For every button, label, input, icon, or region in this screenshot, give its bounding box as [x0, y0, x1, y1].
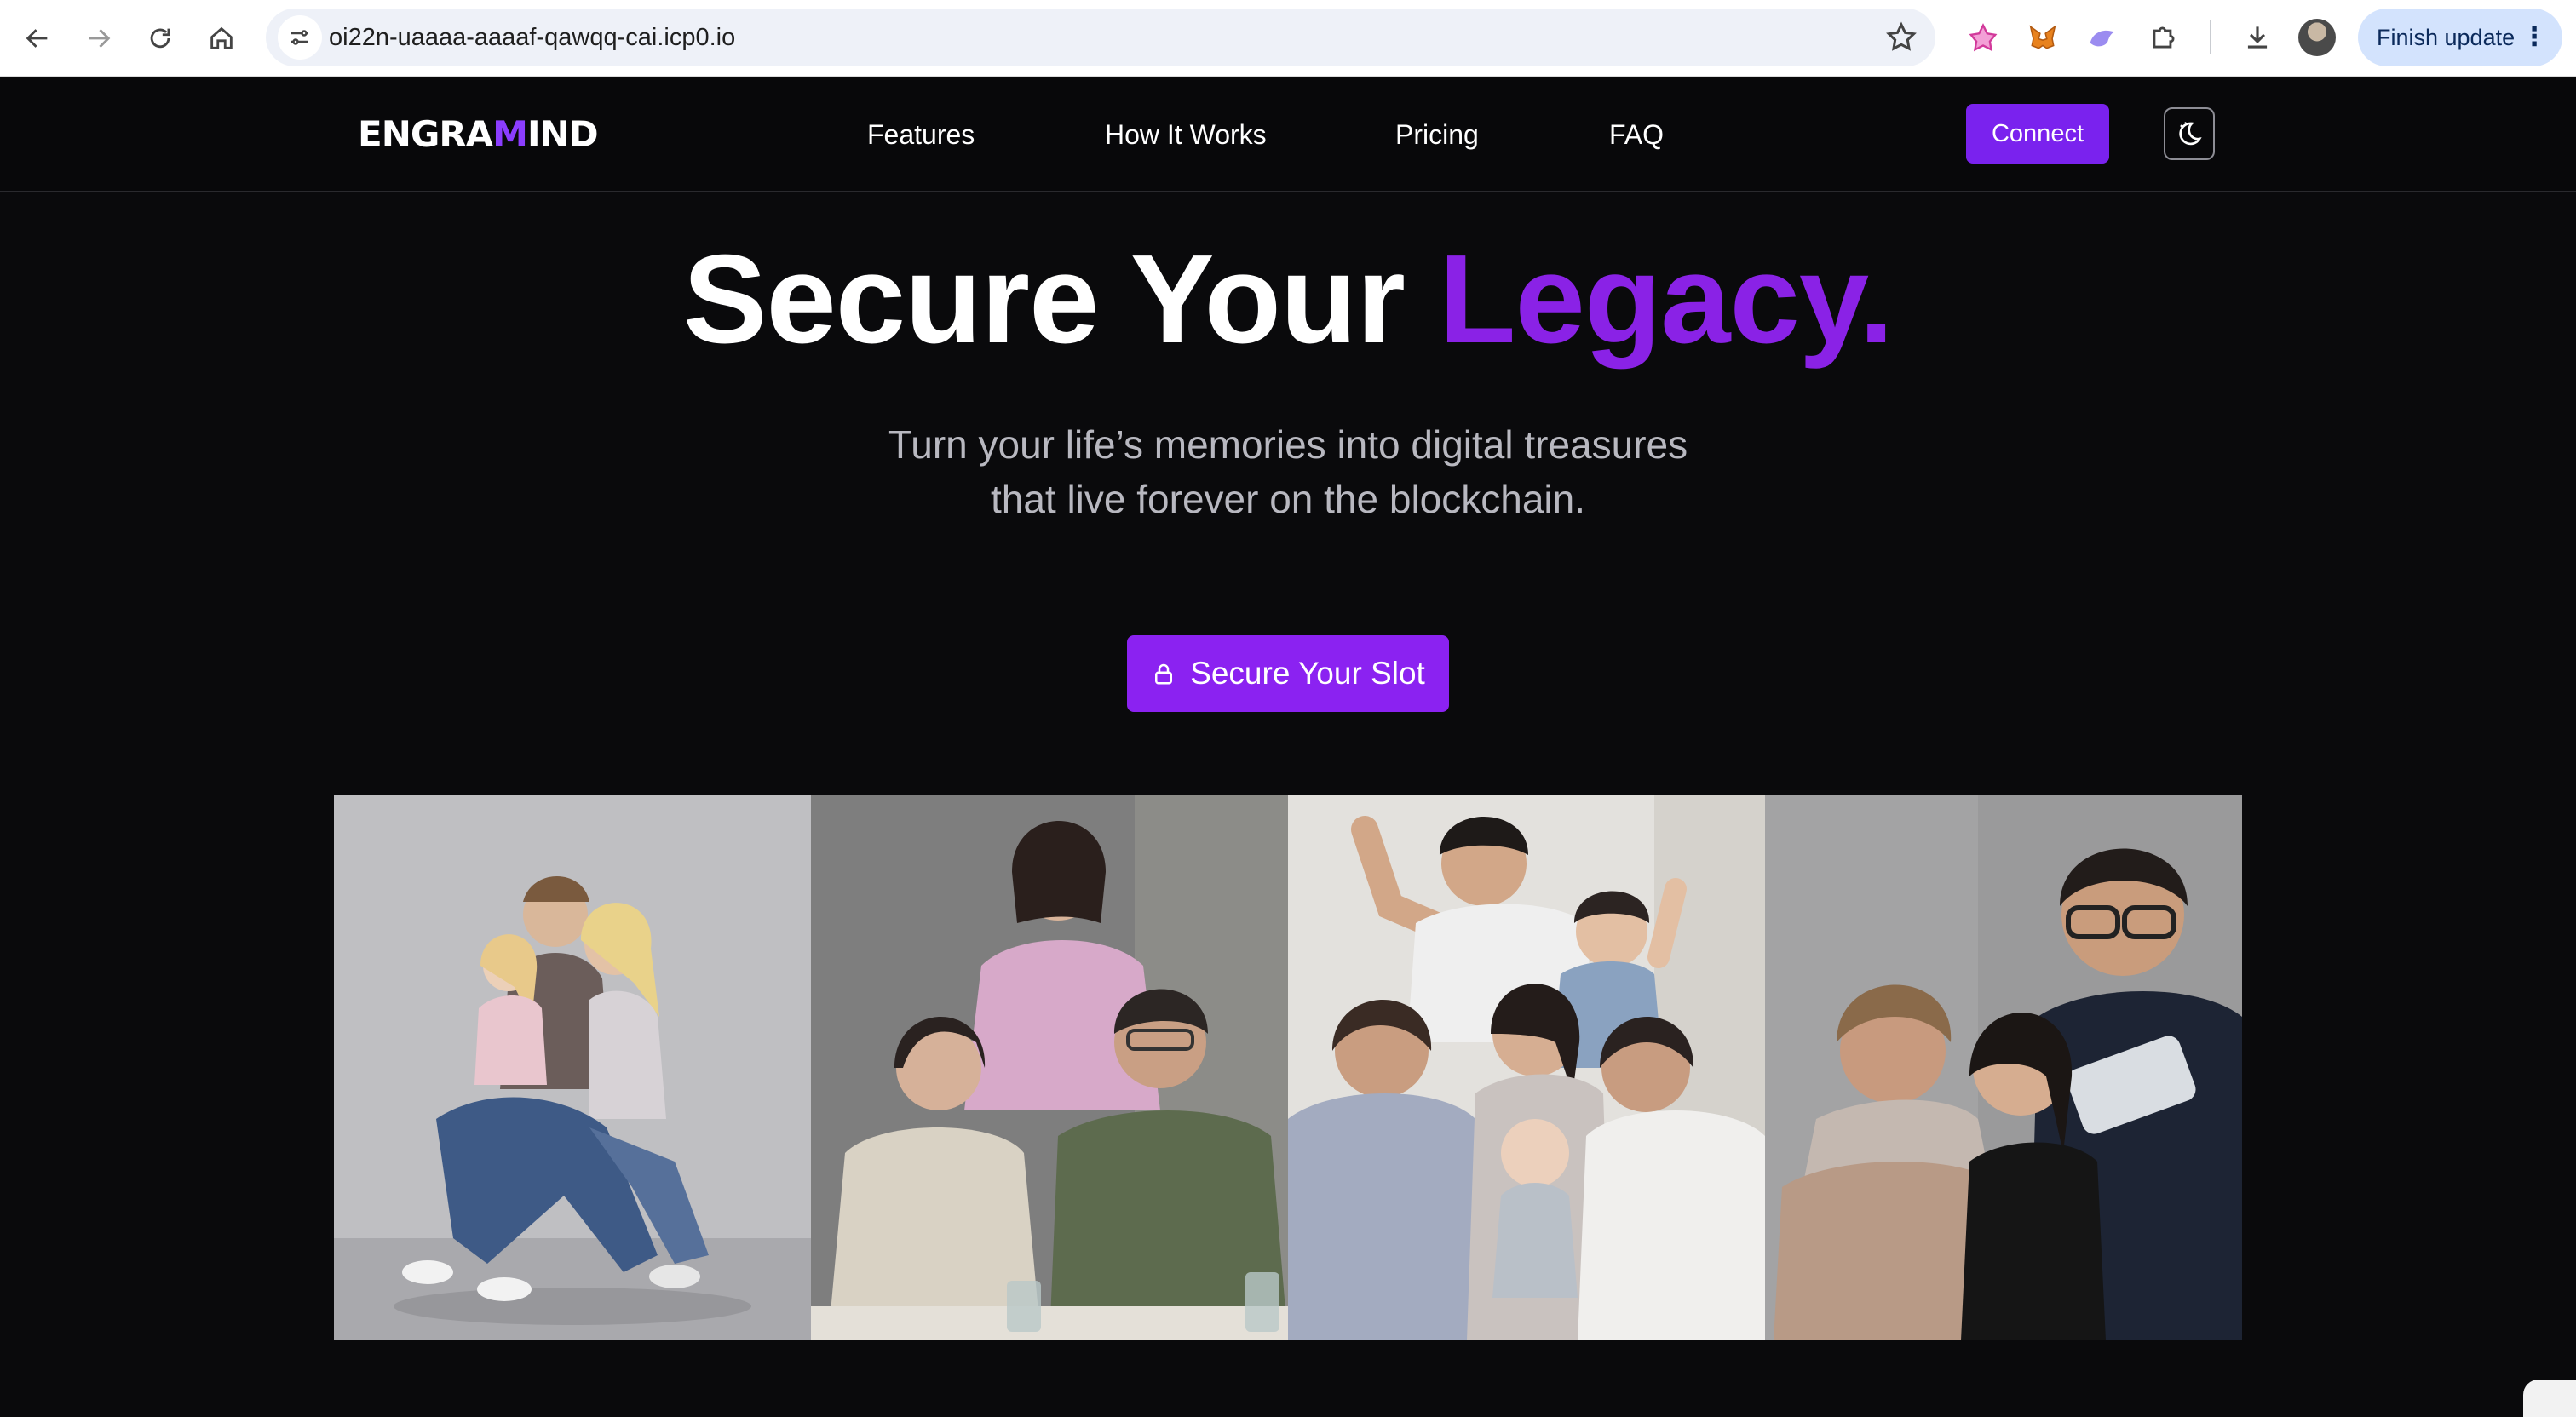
url-text[interactable]: oi22n-uaaaa-aaaaf-qawqq-cai.icp0.io: [329, 9, 735, 66]
finish-update-button[interactable]: Finish update ⋮: [2358, 9, 2562, 66]
family-photo-strip: [334, 795, 2242, 1340]
profile-avatar[interactable]: [2298, 19, 2336, 56]
nav-pricing[interactable]: Pricing: [1395, 118, 1479, 152]
extensions-puzzle-icon[interactable]: [2143, 17, 2184, 58]
site-settings-icon[interactable]: [278, 15, 322, 60]
hero-subtitle: Turn your life’s memories into digital t…: [888, 422, 1688, 521]
hero-title: Secure Your Legacy.: [682, 229, 1895, 370]
nav-faq[interactable]: FAQ: [1609, 118, 1664, 152]
home-icon[interactable]: [198, 14, 245, 62]
forward-icon[interactable]: [75, 14, 123, 62]
family-photo-4: [1765, 795, 2242, 1340]
engramind-logo[interactable]: ENGRAMIND: [358, 112, 599, 157]
hero-title-accent: Legacy.: [1439, 229, 1894, 370]
moon-icon: [2179, 122, 2202, 146]
download-icon[interactable]: [2237, 17, 2278, 58]
metamask-icon[interactable]: [2022, 17, 2063, 58]
extension-pink-icon[interactable]: [1963, 17, 2004, 58]
connect-button[interactable]: Connect: [1966, 104, 2109, 164]
secure-your-slot-button[interactable]: Secure Your Slot: [1127, 635, 1449, 712]
lock-icon: [1155, 663, 1173, 685]
corner-widget[interactable]: [2523, 1380, 2576, 1417]
nav-how-it-works[interactable]: How It Works: [1105, 118, 1267, 152]
site-header: ENGRAMIND Features How It Works Pricing …: [0, 77, 2576, 192]
reload-icon[interactable]: [136, 14, 184, 62]
theme-toggle-button[interactable]: [2164, 107, 2215, 160]
family-photo-1: [334, 795, 811, 1340]
extension-purple-icon[interactable]: [2082, 17, 2123, 58]
finish-update-label: Finish update: [2377, 25, 2516, 50]
bookmark-star-icon[interactable]: [1884, 20, 1918, 54]
family-photo-2: [811, 795, 1288, 1340]
family-photo-3: [1288, 795, 1765, 1340]
browser-toolbar: oi22n-uaaaa-aaaaf-qawqq-cai.icp0.io Fini…: [0, 0, 2576, 77]
nav-features[interactable]: Features: [867, 118, 975, 152]
toolbar-divider: [2210, 20, 2211, 54]
back-icon[interactable]: [14, 14, 61, 62]
address-bar[interactable]: oi22n-uaaaa-aaaaf-qawqq-cai.icp0.io: [266, 9, 1935, 66]
more-menu-icon[interactable]: ⋮: [2521, 9, 2547, 66]
